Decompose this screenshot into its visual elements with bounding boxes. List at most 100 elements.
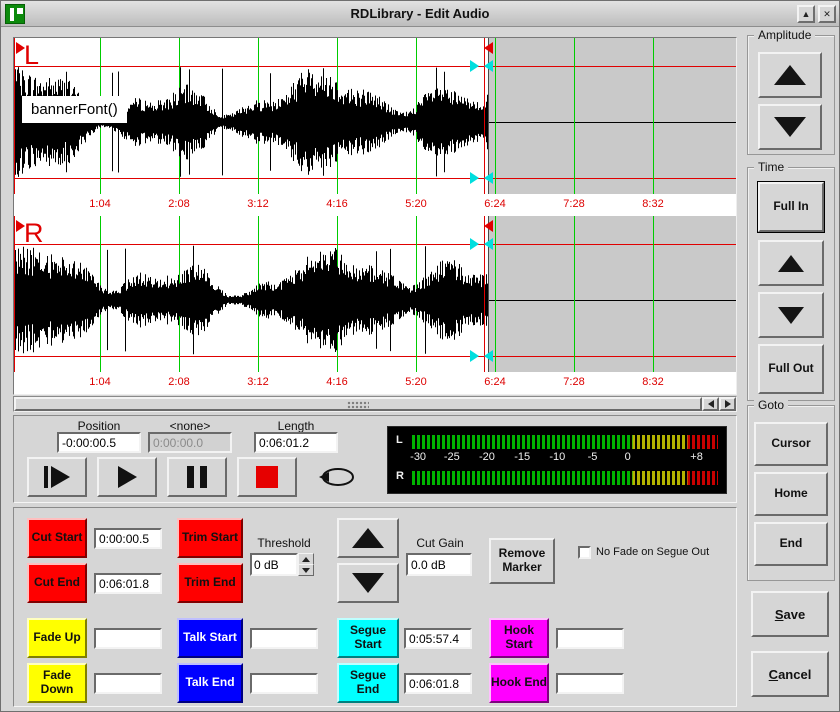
loop-button[interactable] [307, 457, 367, 497]
gridline [574, 216, 575, 372]
pause-icon [187, 466, 194, 488]
time-tick: 4:16 [315, 376, 359, 388]
cut-gain-field[interactable] [406, 553, 472, 576]
trim-start-button[interactable]: Trim Start [177, 518, 243, 558]
trim-end-button[interactable]: Trim End [177, 563, 243, 603]
segue-end-field[interactable] [404, 673, 472, 694]
meter-left-label: L [396, 434, 403, 446]
amplitude-down-button[interactable] [758, 104, 822, 150]
talk-start-button[interactable]: Talk Start [177, 618, 243, 658]
goto-cursor-button[interactable]: Cursor [754, 422, 828, 466]
length-field[interactable] [254, 432, 338, 453]
cut-end-field[interactable] [94, 573, 162, 594]
time-tick: 7:28 [552, 376, 596, 388]
cut-start-button[interactable]: Cut Start [27, 518, 87, 558]
scrollbar-slider[interactable] [14, 397, 702, 411]
stop-icon [256, 466, 278, 488]
scroll-left-button[interactable] [702, 397, 719, 411]
hook-end-button[interactable]: Hook End [489, 663, 549, 703]
remove-marker-button[interactable]: Remove Marker [489, 538, 555, 584]
time-tick: 6:24 [473, 376, 517, 388]
time-tick: 5:20 [394, 198, 438, 210]
scroll-right-button[interactable] [719, 397, 736, 411]
cut-end-marker[interactable] [484, 42, 493, 54]
hook-start-button[interactable]: Hook Start [489, 618, 549, 658]
save-button[interactable]: Save [751, 591, 829, 637]
waveform-right [14, 216, 489, 372]
talk-start-field[interactable] [250, 628, 318, 649]
play-button[interactable] [97, 457, 157, 497]
segue-end-marker[interactable] [484, 172, 493, 184]
beyond-end-region [489, 216, 736, 372]
fade-up-field[interactable] [94, 628, 162, 649]
amplitude-up-button[interactable] [758, 52, 822, 98]
titlebar: RDLibrary - Edit Audio ▲ ✕ [1, 1, 839, 27]
pause-button[interactable] [167, 457, 227, 497]
waveform-scrollbar[interactable] [13, 396, 737, 412]
transport-panel: Position <none> Length L [13, 415, 737, 503]
no-fade-checkbox[interactable] [578, 546, 591, 559]
hook-start-field[interactable] [556, 628, 624, 649]
segue-start-marker[interactable] [470, 60, 479, 72]
zoom-out-time-button[interactable] [758, 292, 824, 338]
gridline [574, 38, 575, 194]
time-tick: 3:12 [236, 198, 280, 210]
cut-start-marker[interactable] [16, 220, 25, 232]
cut-start-line[interactable] [14, 216, 15, 372]
meter-scale: -30 -25 -20 -15 -10 -5 0 +8 [412, 451, 718, 466]
close-button[interactable]: ✕ [818, 5, 836, 23]
cut-end-marker[interactable] [484, 220, 493, 232]
cancel-button[interactable]: Cancel [751, 651, 829, 697]
segue-end-button[interactable]: Segue End [337, 663, 399, 703]
cut-end-button[interactable]: Cut End [27, 563, 87, 603]
talk-end-field[interactable] [250, 673, 318, 694]
fade-down-button[interactable]: Fade Down [27, 663, 87, 703]
banner-overlay: bannerFont() [22, 96, 127, 123]
gain-down-button[interactable] [337, 563, 399, 603]
segue-start-marker[interactable] [470, 238, 479, 250]
loop-icon [317, 464, 357, 490]
segue-end-marker[interactable] [484, 238, 493, 250]
full-in-button[interactable]: Full In [758, 182, 824, 232]
down-arrow-icon [352, 573, 384, 593]
time-ruler-right: 1:04 2:08 3:12 4:16 5:20 6:24 7:28 8:32 [14, 372, 736, 394]
fade-down-field[interactable] [94, 673, 162, 694]
position-field[interactable] [57, 432, 141, 453]
down-arrow-icon [774, 117, 806, 137]
play-from-start-icon [44, 466, 48, 488]
gain-up-button[interactable] [337, 518, 399, 558]
waveform-display[interactable]: L bannerFont() 1:04 2:08 3:12 4:16 5:20 … [13, 37, 737, 395]
spin-down-icon [302, 568, 310, 573]
cut-start-marker[interactable] [16, 42, 25, 54]
fade-up-button[interactable]: Fade Up [27, 618, 87, 658]
segue-end-marker[interactable] [484, 60, 493, 72]
hook-end-field[interactable] [556, 673, 624, 694]
goto-end-button[interactable]: End [754, 522, 828, 566]
threshold-input[interactable] [250, 553, 298, 576]
scrollbar-grip-icon [347, 401, 369, 410]
threshold-down-button[interactable] [298, 564, 314, 576]
time-ruler-left: 1:04 2:08 3:12 4:16 5:20 6:24 7:28 8:32 [14, 194, 736, 216]
goto-home-button[interactable]: Home [754, 472, 828, 516]
talk-end-button[interactable]: Talk End [177, 663, 243, 703]
threshold-label: Threshold [250, 536, 318, 550]
full-out-button[interactable]: Full Out [758, 344, 824, 394]
segue-start-marker[interactable] [470, 172, 479, 184]
stop-button[interactable] [237, 457, 297, 497]
waveform-channel-left[interactable]: L bannerFont() 1:04 2:08 3:12 4:16 5:20 … [14, 38, 736, 216]
audio-meter: L -30 -25 -20 -15 -10 -5 0 +8 R [387, 426, 727, 494]
segue-start-button[interactable]: Segue Start [337, 618, 399, 658]
time-tick: 6:24 [473, 198, 517, 210]
zoom-in-time-button[interactable] [758, 240, 824, 286]
segue-start-marker[interactable] [470, 350, 479, 362]
close-icon: ✕ [823, 10, 831, 19]
cut-start-field[interactable] [94, 528, 162, 549]
down-arrow-icon [778, 307, 804, 324]
shade-button[interactable]: ▲ [797, 5, 815, 23]
play-from-start-button[interactable] [27, 457, 87, 497]
time-tick: 2:08 [157, 376, 201, 388]
waveform-channel-right[interactable]: R 1:04 2:08 3:12 4:16 5:20 6:24 7:28 8:3… [14, 216, 736, 394]
segue-end-marker[interactable] [484, 350, 493, 362]
segue-start-field[interactable] [404, 628, 472, 649]
cut-start-line[interactable] [14, 38, 15, 194]
